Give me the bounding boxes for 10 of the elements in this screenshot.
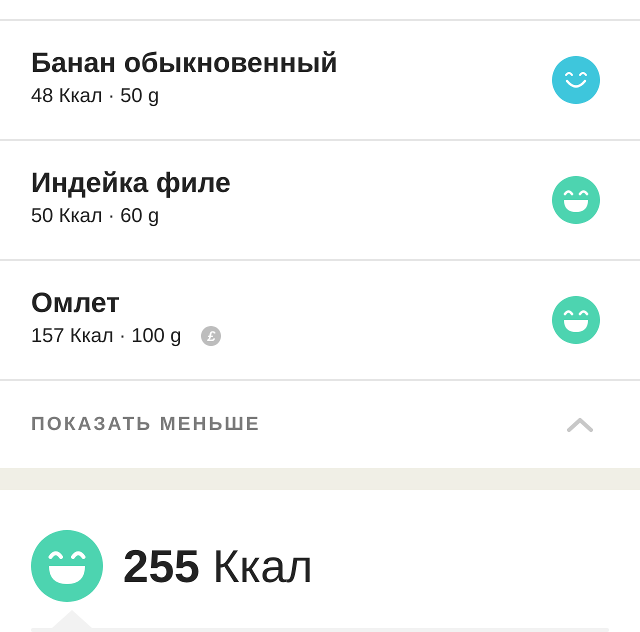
food-details: 157 Ккал · 100 g [31, 324, 182, 348]
food-name: Банан обыкновенный [31, 46, 338, 78]
food-name: Индейка филе [31, 166, 231, 198]
food-details: 48 Ккал · 50 g [31, 84, 160, 108]
food-item[interactable]: Банан обыкновенный 48 Ккал · 50 g [0, 21, 640, 141]
food-item[interactable]: Индейка филе 50 Ккал · 60 g [0, 141, 640, 261]
coin-icon: £ [201, 326, 222, 346]
food-name: Омлет [31, 286, 121, 318]
food-details: 50 Ккал · 60 g [31, 204, 160, 228]
calorie-total: 255 Ккал [123, 539, 313, 593]
